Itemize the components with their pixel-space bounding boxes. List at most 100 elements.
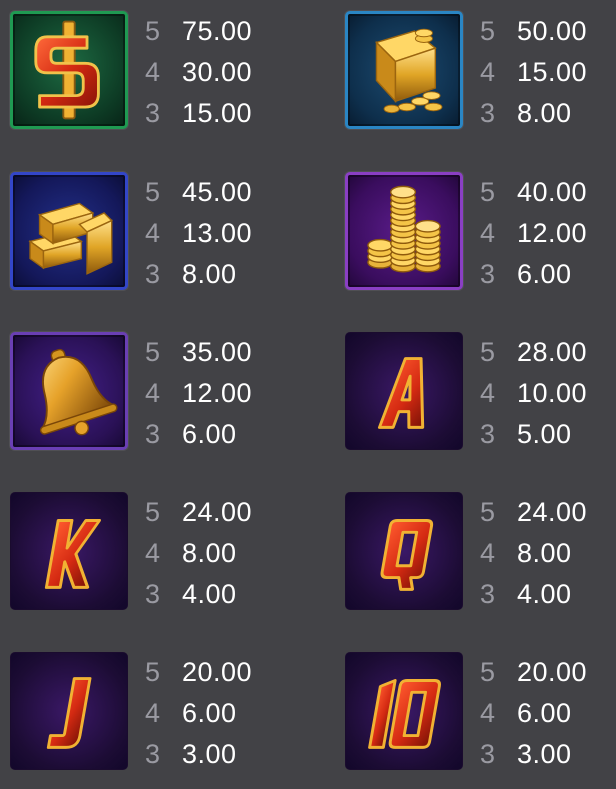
payout-value: 3.00: [517, 739, 572, 769]
payout-row: 3 15.00: [145, 93, 305, 134]
symbol-count: 4: [480, 698, 496, 728]
payout-row: 3 5.00: [480, 414, 616, 455]
gold-coins-icon: [345, 172, 463, 290]
payout-value: 4.00: [182, 579, 237, 609]
paytable-entry-letter-q: 5 24.00 4 8.00 3 4.00: [345, 492, 616, 617]
payout-row: 5 40.00: [480, 172, 616, 213]
symbol-count: 3: [145, 419, 161, 449]
symbol-count: 3: [480, 419, 496, 449]
payout-list: 5 40.00 4 12.00 3 6.00: [480, 172, 616, 295]
payout-row: 3 4.00: [480, 574, 616, 615]
symbol-count: 4: [145, 698, 161, 728]
dollar-sign-icon: [10, 11, 128, 129]
payout-value: 8.00: [182, 259, 237, 289]
number-10-icon: [345, 652, 463, 770]
payout-value: 12.00: [517, 218, 588, 248]
letter-j-icon: [10, 652, 128, 770]
symbol-count: 4: [145, 57, 161, 87]
symbol-count: 5: [145, 177, 161, 207]
symbol-count: 4: [480, 538, 496, 568]
payout-value: 8.00: [182, 538, 237, 568]
payout-list: 5 35.00 4 12.00 3 6.00: [145, 332, 305, 455]
payout-row: 3 6.00: [480, 254, 616, 295]
paytable-entry-gold-coins: 5 40.00 4 12.00 3 6.00: [345, 172, 616, 297]
payout-value: 30.00: [182, 57, 253, 87]
payout-row: 4 8.00: [145, 533, 305, 574]
symbol-count: 3: [145, 739, 161, 769]
payout-row: 3 3.00: [480, 734, 616, 775]
letter-q-icon: [345, 492, 463, 610]
payout-value: 45.00: [182, 177, 253, 207]
symbol-count: 4: [480, 218, 496, 248]
payout-value: 24.00: [182, 497, 253, 527]
paytable-entry-letter-j: 5 20.00 4 6.00 3 3.00: [10, 652, 310, 777]
payout-row: 4 6.00: [145, 693, 305, 734]
paytable: 5 75.00 4 30.00 3 15.00 5 50.00 4 15.00 …: [0, 0, 616, 789]
payout-list: 5 24.00 4 8.00 3 4.00: [480, 492, 616, 615]
symbol-count: 3: [480, 98, 496, 128]
paytable-entry-gold-bars: 5 45.00 4 13.00 3 8.00: [10, 172, 310, 297]
symbol-count: 4: [480, 57, 496, 87]
paytable-entry-gold-bars-coins: 5 50.00 4 15.00 3 8.00: [345, 11, 616, 136]
paytable-entry-letter-k: 5 24.00 4 8.00 3 4.00: [10, 492, 310, 617]
payout-row: 3 4.00: [145, 574, 305, 615]
payout-row: 4 12.00: [145, 373, 305, 414]
payout-row: 4 8.00: [480, 533, 616, 574]
payout-row: 3 8.00: [145, 254, 305, 295]
payout-value: 50.00: [517, 16, 588, 46]
payout-row: 4 15.00: [480, 52, 616, 93]
payout-list: 5 20.00 4 6.00 3 3.00: [480, 652, 616, 775]
payout-value: 6.00: [182, 419, 237, 449]
payout-list: 5 45.00 4 13.00 3 8.00: [145, 172, 305, 295]
symbol-count: 5: [145, 337, 161, 367]
paytable-entry-bell: 5 35.00 4 12.00 3 6.00: [10, 332, 310, 457]
symbol-count: 3: [145, 579, 161, 609]
symbol-count: 3: [145, 259, 161, 289]
symbol-count: 3: [480, 739, 496, 769]
payout-value: 20.00: [517, 657, 588, 687]
bell-icon: [10, 332, 128, 450]
payout-value: 5.00: [517, 419, 572, 449]
payout-value: 35.00: [182, 337, 253, 367]
symbol-count: 3: [480, 259, 496, 289]
symbol-count: 5: [145, 16, 161, 46]
payout-row: 5 24.00: [145, 492, 305, 533]
symbol-count: 4: [145, 378, 161, 408]
symbol-count: 5: [480, 497, 496, 527]
symbol-count: 4: [145, 218, 161, 248]
symbol-count: 4: [480, 378, 496, 408]
payout-value: 6.00: [182, 698, 237, 728]
symbol-count: 3: [145, 98, 161, 128]
payout-list: 5 50.00 4 15.00 3 8.00: [480, 11, 616, 134]
payout-value: 4.00: [517, 579, 572, 609]
payout-value: 28.00: [517, 337, 588, 367]
payout-row: 4 10.00: [480, 373, 616, 414]
payout-row: 5 75.00: [145, 11, 305, 52]
payout-list: 5 24.00 4 8.00 3 4.00: [145, 492, 305, 615]
payout-value: 6.00: [517, 698, 572, 728]
payout-row: 5 28.00: [480, 332, 616, 373]
payout-value: 40.00: [517, 177, 588, 207]
payout-list: 5 75.00 4 30.00 3 15.00: [145, 11, 305, 134]
payout-row: 5 20.00: [145, 652, 305, 693]
payout-value: 8.00: [517, 98, 572, 128]
symbol-count: 5: [480, 177, 496, 207]
payout-value: 13.00: [182, 218, 253, 248]
paytable-entry-dollar: 5 75.00 4 30.00 3 15.00: [10, 11, 310, 136]
payout-value: 12.00: [182, 378, 253, 408]
payout-list: 5 20.00 4 6.00 3 3.00: [145, 652, 305, 775]
payout-row: 5 45.00: [145, 172, 305, 213]
paytable-entry-number-10: 5 20.00 4 6.00 3 3.00: [345, 652, 616, 777]
payout-row: 3 3.00: [145, 734, 305, 775]
symbol-count: 5: [480, 16, 496, 46]
payout-value: 3.00: [182, 739, 237, 769]
payout-value: 24.00: [517, 497, 588, 527]
gold-bars-icon: [10, 172, 128, 290]
symbol-count: 4: [145, 538, 161, 568]
payout-row: 4 13.00: [145, 213, 305, 254]
symbol-count: 5: [145, 657, 161, 687]
symbol-count: 5: [145, 497, 161, 527]
payout-row: 5 50.00: [480, 11, 616, 52]
payout-row: 4 30.00: [145, 52, 305, 93]
payout-row: 4 6.00: [480, 693, 616, 734]
